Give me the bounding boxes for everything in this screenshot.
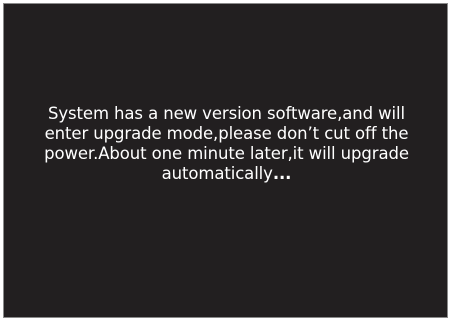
message-line-4-text: automatically xyxy=(161,164,273,183)
message-line-3: power.About one minute later,it will upg… xyxy=(44,144,409,163)
loading-ellipsis: ... xyxy=(272,164,292,183)
upgrade-notice-screen: System has a new version software,and wi… xyxy=(3,3,448,318)
upgrade-message: System has a new version software,and wi… xyxy=(24,104,429,184)
message-line-2: enter upgrade mode,please don’t cut off … xyxy=(44,124,409,143)
message-line-1: System has a new version software,and wi… xyxy=(47,104,405,123)
message-line-4: automatically... xyxy=(24,164,429,184)
